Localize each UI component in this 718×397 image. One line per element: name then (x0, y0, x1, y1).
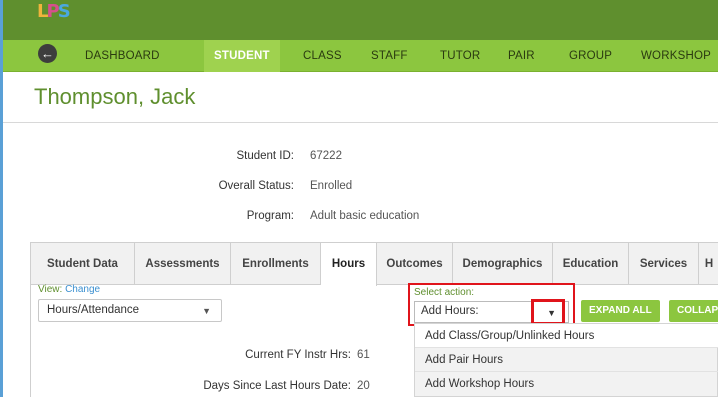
nav-tutor[interactable]: TUTOR (440, 40, 480, 72)
view-label: View: Change (38, 284, 100, 295)
arrow-left-icon[interactable]: ← (38, 44, 57, 63)
nav-student[interactable]: STUDENT (204, 40, 280, 72)
app-header: LPS (3, 0, 718, 40)
nav-class[interactable]: CLASS (303, 40, 342, 72)
highlight-arrow-box (531, 299, 565, 325)
chevron-down-icon: ▼ (202, 306, 211, 316)
nav-staff[interactable]: STAFF (371, 40, 408, 72)
program-value: Adult basic education (310, 210, 420, 222)
tab-overflow[interactable]: H (699, 243, 718, 285)
nav-dashboard[interactable]: DASHBOARD (85, 40, 160, 72)
menu-item-add-workshop-hours[interactable]: Add Workshop Hours (415, 372, 718, 396)
expand-all-button[interactable]: EXPAND ALL (581, 300, 660, 322)
view-select[interactable]: Hours/Attendance ▼ (38, 299, 222, 322)
overall-status-value: Enrolled (310, 180, 353, 192)
tab-hours[interactable]: Hours (321, 243, 377, 286)
tab-outcomes[interactable]: Outcomes (377, 243, 453, 285)
tab-demographics[interactable]: Demographics (453, 243, 553, 285)
change-view-link[interactable]: Change (65, 284, 100, 295)
tab-services[interactable]: Services (629, 243, 699, 285)
tab-education[interactable]: Education (553, 243, 629, 285)
student-id-label: Student ID: (236, 150, 294, 162)
student-id-value: 67222 (310, 150, 342, 162)
overall-status-label: Overall Status: (218, 180, 294, 192)
tab-student-data[interactable]: Student Data (31, 243, 135, 285)
view-label-text: View: (38, 284, 63, 295)
nav-group[interactable]: GROUP (569, 40, 612, 72)
program-label: Program: (246, 210, 294, 222)
days-since-label: Days Since Last Hours Date: (203, 380, 351, 392)
tab-assessments[interactable]: Assessments (135, 243, 231, 285)
divider (3, 122, 718, 123)
collapse-all-button[interactable]: COLLAPS (669, 300, 718, 322)
days-since-value: 20 (357, 380, 370, 392)
view-select-value: Hours/Attendance (47, 304, 140, 316)
menu-item-add-pair-hours[interactable]: Add Pair Hours (415, 348, 718, 372)
current-fy-hours-value: 61 (357, 349, 370, 361)
app-logo: LPS (37, 1, 71, 22)
tab-enrollments[interactable]: Enrollments (231, 243, 321, 285)
action-dropdown-menu: Add Class/Group/Unlinked Hours Add Pair … (414, 323, 718, 397)
tab-bar: Student Data Assessments Enrollments Hou… (31, 243, 718, 286)
nav-pair[interactable]: PAIR (508, 40, 535, 72)
main-nav: ← DASHBOARD STUDENT CLASS STAFF TUTOR PA… (3, 40, 718, 72)
current-fy-hours-label: Current FY Instr Hrs: (245, 349, 351, 361)
nav-workshop[interactable]: WORKSHOP (641, 40, 711, 72)
page-title: Thompson, Jack (34, 84, 196, 109)
menu-item-add-class-hours[interactable]: Add Class/Group/Unlinked Hours (415, 324, 718, 348)
